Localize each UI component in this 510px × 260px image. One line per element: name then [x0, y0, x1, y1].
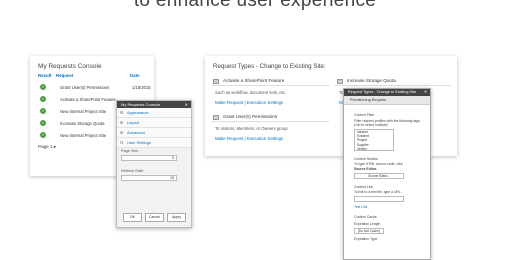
web-part-menu: My Requests Console ✕ ⊞ Appearance ⊞ Layou…: [116, 100, 192, 228]
request-type-title: Grant User(s) Permissions: [223, 114, 278, 119]
expiration-type-label: Expiration Type: [354, 237, 378, 241]
close-icon[interactable]: ✕: [185, 101, 188, 108]
list-item[interactable]: Vendor: [357, 147, 393, 151]
tool-titlebar: Request Types - Change to Existing Site …: [344, 89, 430, 96]
request-type-links[interactable]: Make Request | Execution Settings: [215, 136, 283, 141]
menu-item-appearance[interactable]: ⊞ Appearance: [117, 108, 191, 118]
content-link-label: Content Link: [354, 185, 374, 189]
content-filter-label: Content Filter: [354, 113, 375, 117]
request-name[interactable]: New Internal Project Site: [60, 109, 106, 114]
check-icon: ✓: [40, 84, 46, 90]
menu-item-label: Advanced: [127, 130, 145, 135]
menu-item-user-settings[interactable]: ⊟ User Settings: [117, 138, 191, 148]
expiration-length-select[interactable]: [Do Not Cache]: [354, 228, 384, 234]
expand-icon: ⊞: [120, 130, 124, 135]
request-name[interactable]: Activate a SharePoint Feature: [60, 97, 116, 102]
console-title: My Requests Console: [38, 63, 102, 70]
request-type-links[interactable]: Make Request | Execution Settings: [215, 100, 283, 105]
apply-button[interactable]: Apply: [167, 213, 186, 222]
headline: to enhance user experience: [133, 0, 377, 11]
expand-icon: ⊞: [120, 110, 124, 115]
filter-list[interactable]: Intranet Extranet Project Supplier Vendo…: [354, 129, 394, 151]
source-editor-label: Source Editor.: [354, 167, 377, 171]
request-type-header[interactable]: Increase Storage Quota: [335, 76, 451, 86]
menu-item-layout[interactable]: ⊞ Layout: [117, 118, 191, 128]
feature-icon: [213, 79, 219, 84]
close-icon[interactable]: ✕: [424, 89, 427, 96]
table-row[interactable]: ✓ Grant User(s) Permissions 1/16/2015: [40, 84, 154, 94]
request-type-desc: To Visitors, Members, or Owners group: [215, 126, 288, 131]
request-type-title: Increase Storage Quota: [347, 78, 396, 83]
expiration-length-label: Expiration Length: [354, 222, 381, 226]
request-type-desc: Such as workflow, document sets, etc.: [215, 90, 286, 95]
refresh-rate-label: Refresh Rate: [121, 169, 144, 173]
column-header-request[interactable]: Request: [56, 73, 73, 78]
tool-section-header[interactable]: Provisioning Request: [344, 96, 430, 105]
popup-title: My Requests Console: [121, 102, 161, 107]
check-icon: ✓: [40, 120, 46, 126]
request-type-header[interactable]: Grant User(s) Permissions: [211, 112, 329, 122]
menu-item-label: User Settings: [127, 140, 152, 145]
request-name[interactable]: New Internal Project Site: [60, 133, 106, 138]
refresh-rate-input[interactable]: 15: [121, 175, 177, 181]
cancel-button[interactable]: Cancel: [145, 213, 164, 222]
column-header-date[interactable]: Date: [130, 73, 140, 78]
pagination: Page 1 ▸: [38, 144, 56, 150]
content-section-label: Content Section: [354, 157, 379, 161]
menu-item-advanced[interactable]: ⊞ Advanced: [117, 128, 191, 138]
ok-button[interactable]: OK: [123, 213, 142, 222]
page-label: Page 1: [38, 144, 53, 149]
provisioning-tool-pane: Request Types - Change to Existing Site …: [343, 88, 431, 260]
section-help: To type HTML source code, click: [354, 162, 403, 166]
collapse-icon: ⊟: [120, 140, 124, 145]
page-size-input[interactable]: 5: [121, 155, 177, 161]
request-name[interactable]: Grant User(s) Permissions: [60, 85, 109, 90]
menu-item-label: Appearance: [127, 110, 149, 115]
permissions-icon: [213, 115, 219, 120]
check-icon: ✓: [40, 96, 46, 102]
page-size-label: Page Size: [121, 149, 139, 153]
menu-item-label: Layout: [127, 120, 140, 125]
request-name[interactable]: Increase Storage Quota: [60, 121, 104, 126]
expand-icon: ⊞: [120, 120, 124, 125]
request-type-header[interactable]: Activate a SharePoint Feature: [211, 76, 329, 86]
quota-icon: [337, 79, 343, 84]
tool-title: Request Types - Change to Existing Site: [348, 90, 417, 94]
content-cache-label: Content Cache: [354, 215, 377, 219]
filter-help: Filter request profiles with the followi…: [354, 119, 421, 127]
check-icon: ✓: [40, 132, 46, 138]
request-date: 1/16/2015: [132, 85, 151, 90]
popup-titlebar: My Requests Console ✕: [117, 101, 191, 108]
link-help: To link to a text file, type a URL.: [354, 190, 402, 194]
column-header-result[interactable]: Result: [38, 73, 51, 78]
request-types-title: Request Types - Change to Existing Site:: [213, 63, 326, 70]
request-type-title: Activate a SharePoint Feature: [223, 78, 285, 83]
next-page-icon[interactable]: ▸: [54, 144, 56, 149]
source-editor-button[interactable]: Source Editor...: [354, 173, 404, 179]
test-link[interactable]: Test Link: [354, 205, 367, 209]
content-link-input[interactable]: [354, 196, 404, 202]
check-icon: ✓: [40, 108, 46, 114]
